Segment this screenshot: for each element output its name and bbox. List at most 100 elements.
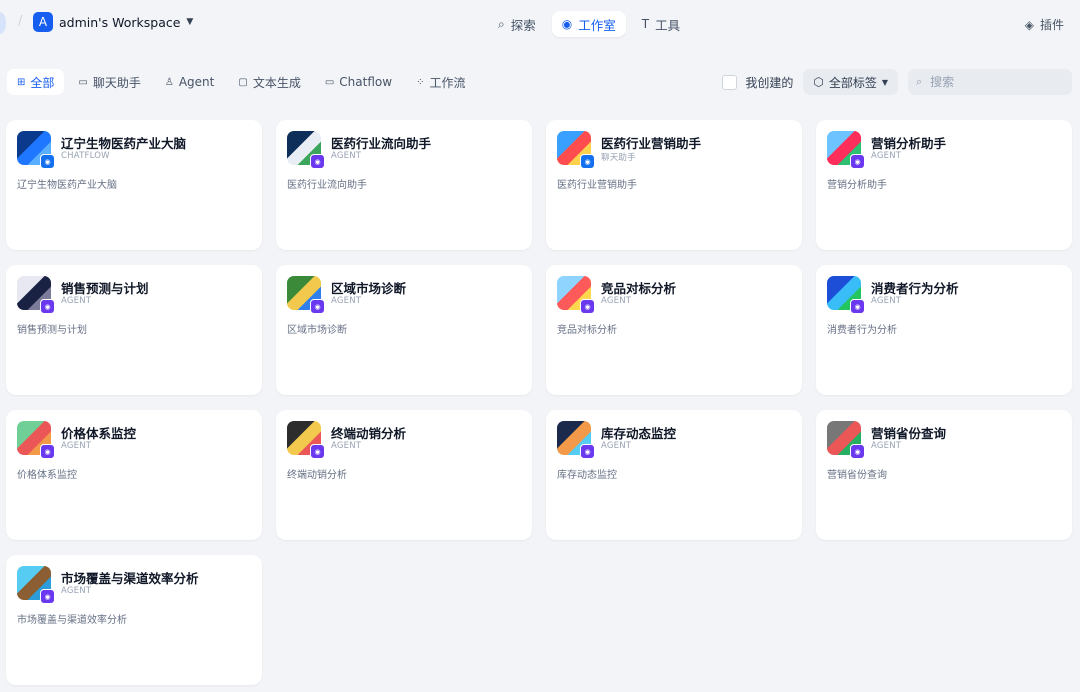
tab-chat-assistant[interactable]: ▭ 聊天助手 <box>68 69 150 95</box>
chatflow-icon: ▭ <box>324 76 335 88</box>
app-type: AGENT <box>601 441 632 451</box>
tab-label: Agent <box>178 75 215 89</box>
agent-badge-icon: ◉ <box>580 444 595 459</box>
robot-icon: ◉ <box>561 17 573 31</box>
app-icon: ◉ <box>827 131 865 169</box>
app-icon: ◉ <box>827 421 865 459</box>
grid-icon: ⊞ <box>17 76 26 88</box>
tab-chatflow[interactable]: ▭ Chatflow <box>315 69 402 95</box>
app-description: 营销分析助手 <box>827 180 887 191</box>
breadcrumb-separator: / <box>18 14 23 29</box>
app-type: CHATFLOW <box>61 151 110 161</box>
plugin-label: 插件 <box>1039 18 1064 32</box>
app-type: AGENT <box>331 296 362 306</box>
tab-label: 全部 <box>30 75 55 90</box>
chevron-down-icon: ▼ <box>881 77 888 87</box>
app-type: AGENT <box>871 151 902 161</box>
nav-explore[interactable]: ⌕ 探索 <box>488 11 546 37</box>
tag-filter-dropdown[interactable]: ⬡ 全部标签 ▼ <box>803 69 898 95</box>
app-icon: ◉ <box>287 421 325 459</box>
app-icon: ◉ <box>17 131 55 169</box>
created-by-me-checkbox[interactable] <box>722 74 738 90</box>
app-card[interactable]: ◉ 区域市场诊断 AGENT 区域市场诊断 <box>276 265 532 395</box>
app-type: AGENT <box>61 296 92 306</box>
nav-tools[interactable]: T 工具 <box>632 11 690 37</box>
search-icon: ⌕ <box>916 75 923 88</box>
app-card[interactable]: ◉ 市场覆盖与渠道效率分析 AGENT 市场覆盖与渠道效率分析 <box>6 555 262 685</box>
main-nav: ⌕ 探索 ◉ 工作室 T 工具 <box>488 11 690 37</box>
app-title: 终端动销分析 <box>331 426 407 441</box>
app-card[interactable]: ◉ 消费者行为分析 AGENT 消费者行为分析 <box>816 265 1072 395</box>
agent-icon: ♙ <box>164 76 174 88</box>
agent-badge-icon: ◉ <box>40 299 55 314</box>
app-icon: ◉ <box>827 276 865 314</box>
app-card[interactable]: ◉ 医药行业营销助手 聊天助手 医药行业营销助手 <box>546 120 802 250</box>
right-filters: 我创建的 ⬡ 全部标签 ▼ ⌕ <box>722 69 1072 95</box>
app-type: AGENT <box>61 441 92 451</box>
app-description: 区域市场诊断 <box>287 325 347 336</box>
chat-badge-icon: ◉ <box>580 154 595 169</box>
app-card[interactable]: ◉ 医药行业流向助手 AGENT 医药行业流向助手 <box>276 120 532 250</box>
app-card[interactable]: ◉ 营销分析助手 AGENT 营销分析助手 <box>816 120 1072 250</box>
search-input[interactable] <box>928 74 1053 90</box>
app-card[interactable]: ◉ 竞品对标分析 AGENT 竞品对标分析 <box>546 265 802 395</box>
app-card[interactable]: ◉ 库存动态监控 AGENT 库存动态监控 <box>546 410 802 540</box>
workspace-name: admin's Workspace <box>59 14 181 30</box>
app-description: 消费者行为分析 <box>827 325 897 336</box>
app-card[interactable]: ◉ 销售预测与计划 AGENT 销售预测与计划 <box>6 265 262 395</box>
nav-studio[interactable]: ◉ 工作室 <box>551 11 626 37</box>
agent-badge-icon: ◉ <box>40 589 55 604</box>
app-type: AGENT <box>601 296 632 306</box>
app-icon: ◉ <box>17 276 55 314</box>
app-title: 市场覆盖与渠道效率分析 <box>61 571 199 586</box>
app-card[interactable]: ◉ 价格体系监控 AGENT 价格体系监控 <box>6 410 262 540</box>
plugin-button[interactable]: ◈ 插件 <box>1025 16 1064 33</box>
agent-badge-icon: ◉ <box>310 154 325 169</box>
nav-label: 工具 <box>655 17 681 33</box>
app-description: 市场覆盖与渠道效率分析 <box>17 615 127 626</box>
tab-agent[interactable]: ♙ Agent <box>155 69 225 95</box>
search-box[interactable]: ⌕ <box>908 69 1072 95</box>
app-card[interactable]: ◉ 辽宁生物医药产业大脑 CHATFLOW 辽宁生物医药产业大脑 <box>6 120 262 250</box>
top-bar: / A admin's Workspace ▼ ⌕ 探索 ◉ 工作室 T 工具 … <box>0 0 1080 46</box>
app-description: 医药行业营销助手 <box>557 180 637 191</box>
workspace-logo: A <box>33 12 53 32</box>
compass-icon: ⌕ <box>498 16 505 31</box>
tab-text-generation[interactable]: ▢ 文本生成 <box>228 69 310 95</box>
agent-badge-icon: ◉ <box>850 444 865 459</box>
workspace-switcher[interactable]: A admin's Workspace ▼ <box>33 12 193 32</box>
app-icon: ◉ <box>287 276 325 314</box>
app-description: 竞品对标分析 <box>557 325 617 336</box>
app-title: 消费者行为分析 <box>871 281 959 296</box>
nav-label: 工作室 <box>578 17 616 33</box>
app-card[interactable]: ◉ 营销省份查询 AGENT 营销省份查询 <box>816 410 1072 540</box>
tab-workflow[interactable]: ⁘ 工作流 <box>406 69 475 95</box>
document-icon: ▢ <box>238 76 248 88</box>
app-icon: ◉ <box>557 421 595 459</box>
tab-label: 聊天助手 <box>92 75 141 90</box>
app-title: 价格体系监控 <box>61 426 137 441</box>
app-title: 销售预测与计划 <box>61 281 149 296</box>
app-description: 库存动态监控 <box>557 470 617 481</box>
app-card[interactable]: ◉ 终端动销分析 AGENT 终端动销分析 <box>276 410 532 540</box>
app-icon: ◉ <box>17 566 55 604</box>
agent-badge-icon: ◉ <box>850 154 865 169</box>
app-title: 医药行业流向助手 <box>331 136 432 151</box>
app-description: 营销省份查询 <box>827 470 887 481</box>
app-icon: ◉ <box>17 421 55 459</box>
app-title: 竞品对标分析 <box>601 281 677 296</box>
sidebar-edge <box>0 12 6 34</box>
app-type: AGENT <box>871 441 902 451</box>
app-grid: ◉ 辽宁生物医药产业大脑 CHATFLOW 辽宁生物医药产业大脑 ◉ 医药行业流向助手 AG… <box>6 120 1072 690</box>
created-by-me-toggle[interactable]: 我创建的 <box>722 74 793 91</box>
created-by-me-label: 我创建的 <box>745 75 794 90</box>
app-icon: ◉ <box>557 276 595 314</box>
app-title: 库存动态监控 <box>601 426 677 441</box>
tab-all[interactable]: ⊞ 全部 <box>7 69 65 95</box>
app-description: 终端动销分析 <box>287 470 347 481</box>
tag-icon: ⬡ <box>813 75 824 89</box>
tag-filter-label: 全部标签 <box>828 75 877 90</box>
app-description: 销售预测与计划 <box>17 325 87 336</box>
app-title: 营销分析助手 <box>871 136 947 151</box>
chevron-down-icon: ▼ <box>186 17 194 27</box>
